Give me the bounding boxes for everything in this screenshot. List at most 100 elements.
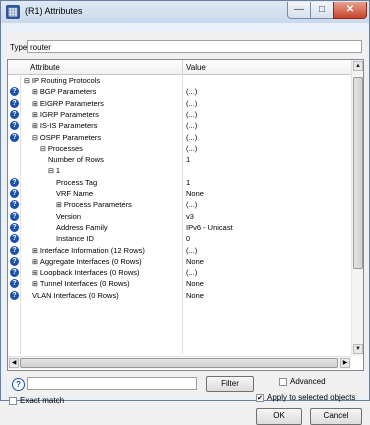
attribute-cell[interactable]: ⊟ Processes bbox=[40, 143, 83, 155]
expand-icon[interactable]: ⊞ bbox=[32, 112, 38, 119]
filter-input[interactable] bbox=[27, 377, 197, 390]
attribute-column-header[interactable]: Attribute bbox=[30, 63, 60, 72]
table-row[interactable]: ? ⊞ Loopback Interfaces (0 Rows) (...) bbox=[8, 267, 351, 278]
help-icon[interactable]: ? bbox=[10, 132, 19, 142]
help-icon[interactable]: ? bbox=[10, 177, 19, 187]
value-cell[interactable]: None bbox=[186, 256, 204, 267]
value-cell[interactable]: None bbox=[186, 278, 204, 289]
help-icon[interactable]: ? bbox=[10, 121, 19, 131]
scroll-right-icon[interactable]: ▶ bbox=[340, 358, 350, 368]
filter-button[interactable]: Filter bbox=[206, 376, 254, 392]
expand-icon[interactable]: ⊞ bbox=[56, 202, 62, 209]
value-cell[interactable]: (...) bbox=[186, 98, 197, 109]
attribute-cell[interactable]: ⊟ OSPF Parameters bbox=[32, 132, 101, 144]
ok-button[interactable]: OK bbox=[256, 408, 302, 425]
attribute-cell[interactable]: VRF Name bbox=[56, 188, 93, 199]
expand-icon[interactable]: ⊞ bbox=[32, 101, 38, 108]
value-cell[interactable]: 1 bbox=[186, 177, 190, 188]
attribute-cell[interactable]: ⊞ IGRP Parameters bbox=[32, 109, 99, 121]
help-icon[interactable]: ? bbox=[10, 290, 19, 300]
table-row[interactable]: ? Instance ID 0 bbox=[8, 233, 351, 244]
attribute-cell[interactable]: ⊞ Process Parameters bbox=[56, 199, 132, 211]
table-row[interactable]: ⊟ 1 bbox=[8, 165, 351, 176]
table-row[interactable]: ? Process Tag 1 bbox=[8, 177, 351, 188]
attribute-cell[interactable]: Instance ID bbox=[56, 233, 94, 244]
exact-match-checkbox[interactable] bbox=[9, 397, 17, 405]
value-cell[interactable]: (...) bbox=[186, 245, 197, 256]
table-row[interactable]: ? ⊞ Aggregate Interfaces (0 Rows) None bbox=[8, 256, 351, 267]
attribute-cell[interactable]: ⊟ 1 bbox=[48, 165, 60, 177]
attribute-cell[interactable]: VLAN Interfaces (0 Rows) bbox=[32, 290, 119, 301]
scroll-down-icon[interactable]: ▼ bbox=[353, 344, 363, 354]
table-row[interactable]: ⊟ Processes (...) bbox=[8, 143, 351, 154]
cancel-button[interactable]: Cancel bbox=[310, 408, 362, 425]
table-row[interactable]: ⊟ IP Routing Protocols bbox=[8, 75, 351, 86]
value-cell[interactable]: v3 bbox=[186, 211, 194, 222]
vertical-scrollbar[interactable]: ▲ ▼ bbox=[351, 60, 363, 356]
attribute-cell[interactable]: ⊞ Loopback Interfaces (0 Rows) bbox=[32, 267, 140, 279]
table-row[interactable]: ? ⊞ IGRP Parameters (...) bbox=[8, 109, 351, 120]
table-row[interactable]: ? Address Family IPv6 - Unicast bbox=[8, 222, 351, 233]
collapse-icon[interactable]: ⊟ bbox=[40, 146, 46, 153]
title-bar[interactable]: ▦ (R1) Attributes — □ ✕ bbox=[1, 1, 369, 23]
value-cell[interactable]: 0 bbox=[186, 233, 190, 244]
value-cell[interactable]: 1 bbox=[186, 154, 190, 165]
collapse-icon[interactable]: ⊟ bbox=[24, 78, 30, 85]
value-cell[interactable]: (...) bbox=[186, 86, 197, 97]
value-cell[interactable]: (...) bbox=[186, 143, 197, 154]
help-icon[interactable]: ? bbox=[10, 98, 19, 108]
value-cell[interactable]: (...) bbox=[186, 199, 197, 210]
table-row[interactable]: ? VRF Name None bbox=[8, 188, 351, 199]
expand-icon[interactable]: ⊞ bbox=[32, 89, 38, 96]
attribute-cell[interactable]: ⊞ IS-IS Parameters bbox=[32, 120, 97, 132]
expand-icon[interactable]: ⊞ bbox=[32, 248, 38, 255]
value-cell[interactable]: None bbox=[186, 290, 204, 301]
vertical-scroll-thumb[interactable] bbox=[353, 77, 363, 269]
help-icon[interactable]: ? bbox=[10, 211, 19, 221]
attribute-cell[interactable]: Address Family bbox=[56, 222, 108, 233]
table-row[interactable]: ? VLAN Interfaces (0 Rows) None bbox=[8, 290, 351, 301]
value-cell[interactable]: None bbox=[186, 188, 204, 199]
expand-icon[interactable]: ⊞ bbox=[32, 281, 38, 288]
table-row[interactable]: ? Version v3 bbox=[8, 211, 351, 222]
column-divider[interactable] bbox=[182, 60, 183, 74]
table-row[interactable]: ? ⊟ OSPF Parameters (...) bbox=[8, 132, 351, 143]
expand-icon[interactable]: ⊞ bbox=[32, 259, 38, 266]
help-icon[interactable]: ? bbox=[10, 109, 19, 119]
attribute-cell[interactable]: Version bbox=[56, 211, 81, 222]
expand-icon[interactable]: ⊞ bbox=[32, 270, 38, 277]
horizontal-scroll-thumb[interactable] bbox=[20, 358, 338, 368]
help-icon[interactable]: ? bbox=[10, 256, 19, 266]
attribute-cell[interactable]: ⊞ Tunnel Interfaces (0 Rows) bbox=[32, 278, 130, 290]
value-cell[interactable]: IPv6 - Unicast bbox=[186, 222, 233, 233]
value-cell[interactable]: (...) bbox=[186, 109, 197, 120]
attribute-cell[interactable]: ⊟ IP Routing Protocols bbox=[24, 75, 100, 87]
help-icon[interactable]: ? bbox=[10, 245, 19, 255]
table-row[interactable]: ? ⊞ Tunnel Interfaces (0 Rows) None bbox=[8, 278, 351, 289]
type-field[interactable]: router bbox=[27, 40, 362, 53]
attribute-cell[interactable]: ⊞ Aggregate Interfaces (0 Rows) bbox=[32, 256, 142, 268]
attribute-cell[interactable]: ⊞ EIGRP Parameters bbox=[32, 98, 104, 110]
help-icon[interactable]: ? bbox=[10, 234, 19, 244]
table-row[interactable]: ? ⊞ EIGRP Parameters (...) bbox=[8, 98, 351, 109]
help-icon[interactable]: ? bbox=[12, 378, 25, 391]
table-row[interactable]: ? ⊞ IS-IS Parameters (...) bbox=[8, 120, 351, 131]
table-row[interactable]: ? ⊞ Process Parameters (...) bbox=[8, 199, 351, 210]
attribute-cell[interactable]: Process Tag bbox=[56, 177, 97, 188]
value-cell[interactable]: (...) bbox=[186, 267, 197, 278]
attribute-cell[interactable]: ⊞ Interface Information (12 Rows) bbox=[32, 245, 145, 257]
table-row[interactable]: ? ⊞ Interface Information (12 Rows) (...) bbox=[8, 245, 351, 256]
value-cell[interactable]: (...) bbox=[186, 132, 197, 143]
scroll-left-icon[interactable]: ◀ bbox=[9, 358, 19, 368]
collapse-icon[interactable]: ⊟ bbox=[32, 135, 38, 142]
help-icon[interactable]: ? bbox=[10, 200, 19, 210]
horizontal-scrollbar[interactable]: ◀ ▶ bbox=[8, 356, 351, 369]
value-cell[interactable]: (...) bbox=[186, 120, 197, 131]
table-row[interactable]: ? ⊞ BGP Parameters (...) bbox=[8, 86, 351, 97]
collapse-icon[interactable]: ⊟ bbox=[48, 168, 54, 175]
help-icon[interactable]: ? bbox=[10, 279, 19, 289]
scroll-up-icon[interactable]: ▲ bbox=[353, 61, 363, 71]
value-column-header[interactable]: Value bbox=[186, 63, 206, 72]
advanced-checkbox[interactable] bbox=[279, 378, 287, 386]
help-icon[interactable]: ? bbox=[10, 268, 19, 278]
